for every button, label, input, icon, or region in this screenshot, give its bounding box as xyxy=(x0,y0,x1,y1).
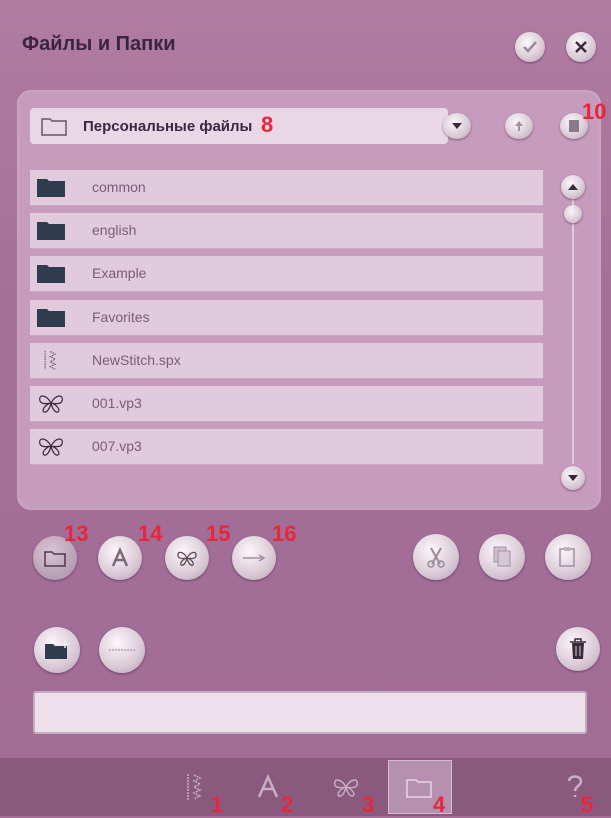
cut-button[interactable] xyxy=(413,534,459,580)
list-item-label: english xyxy=(92,222,137,238)
callout-8: 8 xyxy=(261,112,274,137)
callout-15: 15 xyxy=(206,521,231,546)
copy-button[interactable] xyxy=(479,534,525,580)
font-icon xyxy=(257,774,279,798)
scroll-down-button[interactable] xyxy=(561,466,585,490)
list-item-label: NewStitch.spx xyxy=(92,352,181,368)
rename-icon xyxy=(109,649,135,651)
usb-button[interactable] xyxy=(232,536,276,580)
list-item[interactable]: Favorites xyxy=(30,300,543,336)
new-folder-button[interactable] xyxy=(34,627,80,673)
rename-button[interactable] xyxy=(99,627,145,673)
chevron-down-icon xyxy=(452,123,462,129)
scrollbar-track[interactable] xyxy=(572,196,574,464)
folder-icon xyxy=(37,179,65,197)
close-button[interactable] xyxy=(566,32,596,62)
usb-icon xyxy=(243,554,266,562)
embroidery-filter-icon xyxy=(177,551,197,566)
callout-3: 3 xyxy=(362,792,375,817)
list-item[interactable]: common xyxy=(30,170,543,206)
current-folder-label: Персональные файлы xyxy=(83,118,253,135)
chevron-up-icon xyxy=(568,184,578,190)
embroidery-icon xyxy=(333,779,359,797)
folder-icon xyxy=(37,309,65,327)
paste-icon xyxy=(559,547,575,567)
list-item-label: Favorites xyxy=(92,309,150,325)
copy-icon xyxy=(493,546,511,567)
callout-10: 10 xyxy=(582,99,607,124)
scissors-icon xyxy=(427,547,445,568)
embroidery-file-icon xyxy=(39,438,63,456)
list-item[interactable]: english xyxy=(30,213,543,249)
files-folders-window: Файлы и Папки Персональные файлы common … xyxy=(0,0,611,758)
font-filter-button[interactable] xyxy=(98,536,142,580)
callout-14: 14 xyxy=(138,521,163,546)
scrollbar-thumb[interactable] xyxy=(564,205,582,223)
callout-2: 2 xyxy=(281,792,294,817)
folder-up-button[interactable] xyxy=(505,113,533,139)
callout-1: 1 xyxy=(211,792,224,817)
list-item-label: 007.vp3 xyxy=(92,438,142,454)
chevron-down-icon xyxy=(568,475,578,481)
list-item-label: common xyxy=(92,179,146,195)
callout-16: 16 xyxy=(272,521,297,546)
callout-5: 5 xyxy=(581,792,594,817)
status-text-field xyxy=(33,691,587,734)
folder-outline-icon xyxy=(41,118,67,136)
title-bar: Файлы и Папки xyxy=(0,0,611,90)
stitch-file-icon xyxy=(44,350,57,370)
folder-up-icon xyxy=(515,121,523,131)
scroll-up-button[interactable] xyxy=(561,175,585,199)
window-title: Файлы и Папки xyxy=(22,33,176,55)
ok-button[interactable] xyxy=(515,32,545,62)
callout-13: 13 xyxy=(64,521,89,546)
stitch-icon xyxy=(187,774,202,800)
path-dropdown-button[interactable] xyxy=(443,113,471,139)
view-mode-icon xyxy=(569,120,579,132)
close-icon xyxy=(575,41,587,53)
folder-filter-icon xyxy=(44,551,66,567)
trash-icon xyxy=(570,638,586,659)
folder-icon xyxy=(406,779,432,798)
folder-icon xyxy=(37,222,65,240)
list-item[interactable]: Example xyxy=(30,256,543,292)
callout-4: 4 xyxy=(433,792,446,817)
font-filter-icon xyxy=(111,547,129,567)
delete-button[interactable] xyxy=(556,627,600,671)
list-item-label: 001.vp3 xyxy=(92,395,142,411)
list-item[interactable]: 007.vp3 xyxy=(30,429,543,465)
list-item-label: Example xyxy=(92,265,147,281)
list-item[interactable]: NewStitch.spx xyxy=(30,343,543,379)
embroidery-file-icon xyxy=(39,395,63,413)
embroidery-filter-button[interactable] xyxy=(165,536,209,580)
bottom-tab-bar xyxy=(0,758,611,816)
paste-button[interactable] xyxy=(545,534,591,580)
new-folder-icon xyxy=(45,640,69,659)
folder-icon xyxy=(37,265,65,283)
checkmark-icon xyxy=(523,41,537,53)
list-item[interactable]: 001.vp3 xyxy=(30,386,543,422)
